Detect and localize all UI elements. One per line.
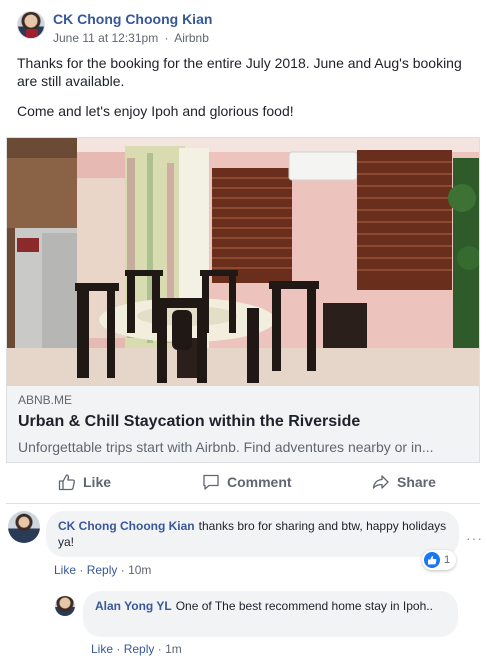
post-body: Thanks for the booking for the entire Ju…: [17, 54, 472, 132]
post-paragraph: Come and let's enjoy Ipoh and glorious f…: [17, 103, 294, 119]
comment-actions: Like · Reply · 1m: [91, 642, 182, 656]
commenter-name[interactable]: Alan Yong YL: [95, 599, 172, 613]
actions-divider: [6, 503, 480, 504]
link-preview-info[interactable]: ABNB.ME Urban & Chill Staycation within …: [18, 392, 473, 456]
reaction-count: 1: [444, 554, 451, 566]
link-title[interactable]: Urban & Chill Staycation within the Rive…: [18, 412, 473, 432]
meta-dot: ·: [116, 642, 121, 656]
meta-dot: ·: [157, 642, 162, 656]
thumbs-up-icon: [58, 474, 75, 491]
like-button[interactable]: Like: [58, 468, 111, 496]
share-button[interactable]: Share: [372, 468, 436, 496]
link-domain: ABNB.ME: [18, 393, 73, 407]
post-meta: June 11 at 12:31pm · Airbnb: [53, 31, 212, 45]
comment-label: Comment: [227, 474, 292, 490]
comment-like-link[interactable]: Like: [91, 642, 113, 656]
meta-separator: ·: [164, 31, 169, 45]
post-via-app[interactable]: Airbnb: [174, 31, 209, 45]
commenter-name[interactable]: CK Chong Choong Kian: [58, 519, 195, 533]
comment-text: One of The best recommend home stay in I…: [175, 599, 433, 613]
comment-like-link[interactable]: Like: [54, 563, 76, 577]
comment-reply-link[interactable]: Reply: [124, 642, 155, 656]
post-actions-bar: Like Comment Share: [6, 468, 480, 496]
meta-dot: ·: [79, 563, 84, 577]
post-date[interactable]: June 11 at 12:31pm: [53, 31, 158, 45]
comment-reaction-badge[interactable]: 1: [422, 550, 457, 570]
share-label: Share: [397, 474, 436, 490]
commenter-avatar[interactable]: [55, 596, 75, 616]
share-arrow-icon: [372, 475, 389, 489]
link-preview-image[interactable]: [7, 138, 479, 386]
commenter-avatar[interactable]: [8, 511, 40, 543]
comment-bubble: CK Chong Choong Kian thanks bro for shari…: [46, 511, 459, 557]
comment-icon: [203, 474, 219, 490]
link-description: Unforgettable trips start with Airbnb. F…: [18, 439, 434, 455]
author-avatar[interactable]: [17, 11, 45, 39]
comment-time[interactable]: 10m: [128, 563, 151, 577]
comment-actions: Like · Reply · 10m: [54, 563, 151, 577]
post-author-name[interactable]: CK Chong Choong Kian: [53, 11, 212, 27]
comment-reply-link[interactable]: Reply: [87, 563, 118, 577]
facebook-post: CK Chong Choong Kian June 11 at 12:31pm …: [0, 0, 487, 661]
comment-button[interactable]: Comment: [202, 468, 292, 496]
comment-bubble: Alan Yong YL One of The best recommend ho…: [83, 591, 458, 637]
like-label: Like: [83, 474, 112, 490]
like-reaction-icon: [424, 552, 440, 568]
comment-options-icon[interactable]: ···: [466, 530, 483, 546]
post-paragraph: Thanks for the booking for the entire Ju…: [17, 55, 462, 89]
comment-time[interactable]: 1m: [165, 642, 182, 656]
meta-dot: ·: [120, 563, 125, 577]
link-preview-card[interactable]: ABNB.ME Urban & Chill Staycation within …: [6, 137, 480, 463]
